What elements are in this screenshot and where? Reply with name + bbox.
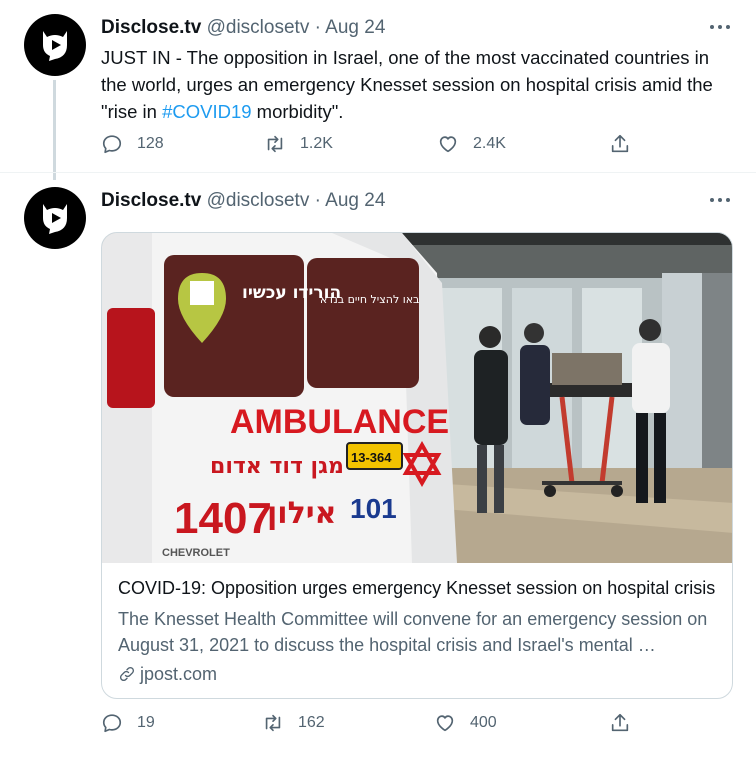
tweet-header: Disclose.tv @disclosetv · Aug 24 bbox=[101, 190, 385, 212]
city-hebrew-text: אילון bbox=[267, 496, 336, 531]
reply-count: 19 bbox=[137, 714, 155, 731]
mda-hebrew-text: מגן דוד אדום bbox=[210, 454, 344, 479]
tweet-text-part: morbidity". bbox=[251, 101, 344, 122]
share-icon bbox=[611, 713, 629, 732]
heart-icon bbox=[436, 715, 454, 732]
card-image[interactable]: הורידו עכשיו באו להציל חיים בנדא AMBULAN… bbox=[102, 233, 732, 563]
tweet-header: Disclose.tv @disclosetv · Aug 24 bbox=[101, 17, 385, 39]
separator: · bbox=[314, 17, 321, 38]
retweet-count: 162 bbox=[298, 714, 325, 731]
like-button[interactable]: 400 bbox=[434, 712, 497, 734]
author-name[interactable]: Disclose.tv bbox=[101, 190, 201, 211]
tweet-actions: 128 1.2K 2.4K bbox=[101, 133, 641, 163]
unit-number: 101 bbox=[350, 493, 397, 524]
tweet-date[interactable]: Aug 24 bbox=[325, 17, 385, 38]
retweet-button[interactable]: 1.2K bbox=[264, 133, 333, 155]
sign-save-text: באו להציל חיים בנדא bbox=[320, 293, 419, 306]
ambulance-text: AMBULANCE bbox=[230, 403, 449, 441]
avatar[interactable] bbox=[24, 14, 86, 76]
card-domain: jpost.com bbox=[140, 664, 218, 684]
reply-button[interactable]: 128 bbox=[101, 133, 164, 155]
tweet[interactable]: Disclose.tv @disclosetv · Aug 24 הורידו … bbox=[0, 172, 756, 761]
link-icon bbox=[119, 666, 135, 682]
card-description: The Knesset Health Committee will conven… bbox=[118, 609, 708, 655]
card-text: COVID-19: Opposition urges emergency Kne… bbox=[118, 576, 718, 687]
card-title[interactable]: COVID-19: Opposition urges emergency Kne… bbox=[118, 576, 718, 601]
retweet-button[interactable]: 162 bbox=[262, 712, 325, 734]
retweet-icon bbox=[265, 714, 281, 732]
tweet-date[interactable]: Aug 24 bbox=[325, 190, 385, 211]
reply-icon bbox=[102, 714, 122, 733]
like-button[interactable]: 2.4K bbox=[437, 133, 506, 155]
reply-count: 128 bbox=[137, 135, 164, 152]
disclose-logo-icon bbox=[43, 31, 67, 61]
share-button[interactable] bbox=[609, 712, 631, 734]
separator: · bbox=[314, 190, 321, 211]
reply-icon bbox=[102, 135, 122, 154]
author-handle[interactable]: @disclosetv bbox=[207, 17, 310, 38]
retweet-count: 1.2K bbox=[300, 135, 333, 152]
tweet[interactable]: Disclose.tv @disclosetv · Aug 24 JUST IN… bbox=[0, 0, 756, 180]
tweet-actions: 19 162 400 bbox=[101, 712, 641, 742]
link-card[interactable]: הורידו עכשיו באו להציל חיים בנדא AMBULAN… bbox=[101, 232, 733, 699]
ambulance-number: 1407 bbox=[174, 494, 272, 543]
heart-icon bbox=[439, 136, 457, 153]
author-name[interactable]: Disclose.tv bbox=[101, 17, 201, 38]
card-domain-row[interactable]: jpost.com bbox=[118, 661, 718, 687]
vehicle-brand: CHEVROLET bbox=[162, 547, 230, 559]
disclose-logo-icon bbox=[43, 204, 67, 234]
author-handle[interactable]: @disclosetv bbox=[207, 190, 310, 211]
thread-line bbox=[53, 80, 56, 180]
tweet-text: JUST IN - The opposition in Israel, one … bbox=[101, 44, 731, 125]
reply-button[interactable]: 19 bbox=[101, 712, 155, 734]
more-options-icon[interactable] bbox=[710, 22, 730, 32]
hashtag-link[interactable]: #COVID19 bbox=[162, 101, 251, 122]
like-count: 400 bbox=[470, 714, 497, 731]
more-options-icon[interactable] bbox=[710, 195, 730, 205]
share-icon bbox=[611, 134, 629, 153]
avatar[interactable] bbox=[24, 187, 86, 249]
ambulance-photo: הורידו עכשיו באו להציל חיים בנדא AMBULAN… bbox=[102, 233, 732, 563]
retweet-icon bbox=[267, 135, 283, 153]
share-button[interactable] bbox=[609, 133, 631, 155]
like-count: 2.4K bbox=[473, 135, 506, 152]
license-plate: 13-364 bbox=[351, 450, 392, 465]
